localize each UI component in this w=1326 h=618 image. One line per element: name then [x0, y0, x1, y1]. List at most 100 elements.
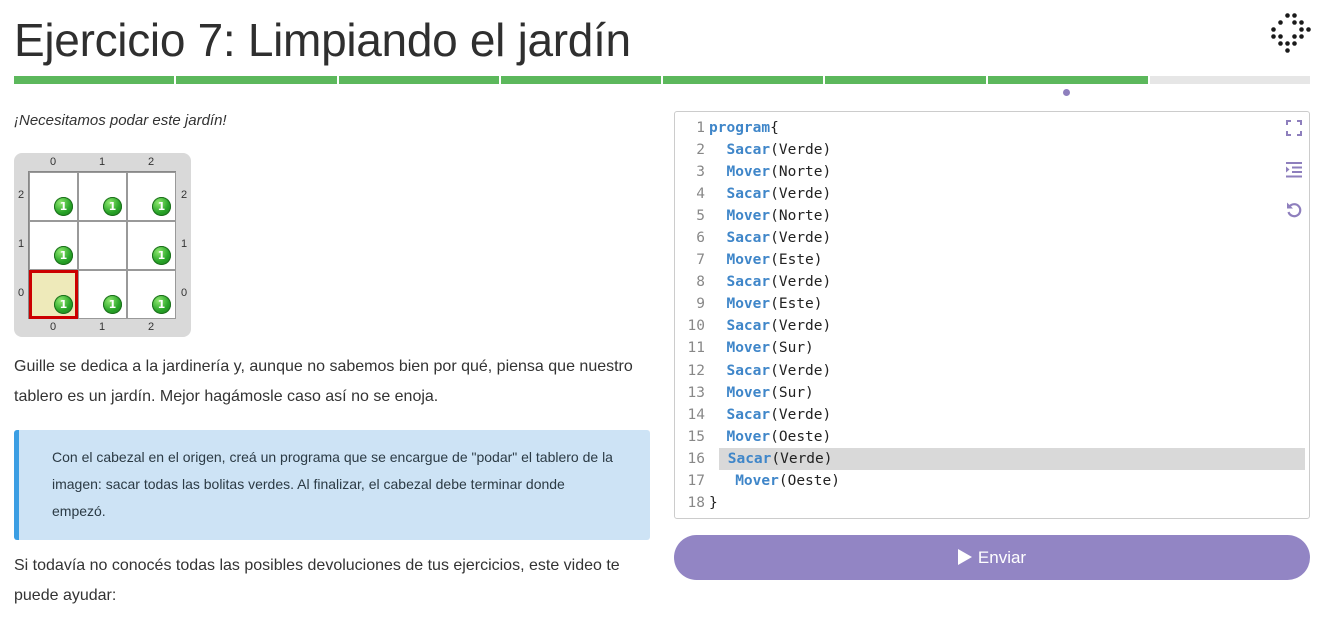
- green-ball: 1: [152, 197, 171, 216]
- line-number: 5: [696, 208, 705, 225]
- board-cell: 1: [29, 221, 78, 270]
- progress-bar: [14, 76, 1310, 84]
- board-coordinate: 2: [147, 321, 155, 333]
- code-line[interactable]: Sacar(Verde): [709, 360, 1309, 382]
- code-editor[interactable]: 1 2 3 4 5 6 7 8 9 10 11 12 13 14 15 16 17 18 program{ Sac…: [674, 111, 1310, 519]
- code-line[interactable]: Mover(Norte): [709, 205, 1309, 227]
- line-number: 10: [687, 318, 705, 335]
- code-keyword: Mover: [726, 384, 771, 401]
- board-coordinate: 0: [180, 287, 188, 299]
- green-ball: 1: [103, 197, 122, 216]
- submit-label: Enviar: [977, 548, 1027, 567]
- code-line[interactable]: Mover(Oeste): [709, 426, 1309, 448]
- code-line[interactable]: Mover(Este): [709, 249, 1309, 271]
- line-number: 1: [696, 120, 705, 136]
- code-line[interactable]: Sacar(Verde): [709, 271, 1309, 293]
- board-coordinate: 1: [98, 156, 106, 168]
- board-cell: 1: [78, 172, 127, 221]
- intro-text: ¡Necesitamos podar este jardín!: [14, 112, 227, 129]
- fullscreen-icon[interactable]: [1284, 119, 1304, 139]
- progress-segment[interactable]: [338, 76, 499, 84]
- board-grid: 1 1 1 1 1 1 1 1: [28, 171, 176, 319]
- code-keyword: Sacar: [726, 274, 771, 291]
- line-number: 12: [687, 362, 705, 379]
- description-paragraph: Guille se dedica a la jardinería y, aunq…: [14, 358, 633, 405]
- video-hint-paragraph: Si todavía no conocés todas las posibles…: [14, 557, 620, 604]
- code-keyword: Mover: [726, 208, 771, 225]
- board-coordinate: 2: [180, 189, 188, 201]
- code-keyword: Sacar: [726, 406, 771, 423]
- submit-button[interactable]: Enviar: [674, 535, 1310, 580]
- code-keyword: Mover: [726, 340, 771, 357]
- code-line[interactable]: Mover(Norte): [709, 161, 1309, 183]
- progress-current-dot[interactable]: [1063, 89, 1070, 96]
- code-keyword: Sacar: [726, 230, 771, 247]
- code-line[interactable]: Sacar(Verde): [709, 227, 1309, 249]
- code-line[interactable]: Sacar(Verde): [719, 447, 1305, 470]
- code-line[interactable]: Mover(Este): [709, 293, 1309, 315]
- code-line[interactable]: Mover(Oeste): [709, 470, 1309, 492]
- board-coordinate: 0: [49, 321, 57, 333]
- code-line[interactable]: program{: [709, 117, 1309, 139]
- progress-segment[interactable]: [825, 76, 986, 84]
- board-cell: 1: [127, 172, 176, 221]
- undo-icon[interactable]: [1284, 201, 1304, 221]
- line-number: 14: [687, 406, 705, 423]
- board-cell: [78, 221, 127, 270]
- board-coordinate: 1: [180, 238, 188, 250]
- progress-segment[interactable]: [500, 76, 661, 84]
- line-numbers: 1 2 3 4 5 6 7 8 9 10 11 12 13 14 15 16 17 18: [675, 117, 705, 514]
- page-title: Ejercicio 7: Limpiando el jardín: [14, 14, 631, 66]
- board-coordinate: 1: [98, 321, 106, 333]
- progress-segment[interactable]: [176, 76, 337, 84]
- code-keyword: Mover: [726, 252, 771, 269]
- green-ball: 1: [152, 295, 171, 314]
- board-coordinate: 0: [17, 287, 25, 299]
- green-ball: 1: [152, 246, 171, 265]
- progress-segment[interactable]: [1149, 76, 1310, 84]
- code-area[interactable]: program{ Sacar(Verde) Mover(Norte) Sacar…: [709, 117, 1309, 514]
- code-line[interactable]: Sacar(Verde): [709, 183, 1309, 205]
- line-number: 17: [687, 472, 705, 489]
- line-number: 2: [696, 142, 705, 159]
- code-line[interactable]: Sacar(Verde): [709, 404, 1309, 426]
- code-keyword: Mover: [726, 296, 771, 313]
- play-icon: [957, 549, 972, 565]
- board-coordinate: 2: [17, 189, 25, 201]
- progress-segment[interactable]: [663, 76, 824, 84]
- line-number: 7: [696, 252, 705, 269]
- code-keyword: Sacar: [726, 142, 771, 159]
- board-coordinate: 2: [147, 156, 155, 168]
- code-line[interactable]: }: [709, 492, 1309, 514]
- board-cell-head: 1: [29, 270, 78, 319]
- progress-segment[interactable]: [14, 76, 175, 84]
- line-number: 3: [696, 164, 705, 181]
- line-number: 16: [687, 450, 705, 467]
- green-ball: 1: [54, 197, 73, 216]
- code-keyword: Mover: [726, 164, 771, 181]
- logo-icon[interactable]: [1268, 10, 1312, 54]
- line-number: 15: [687, 428, 705, 445]
- code-keyword: program: [709, 120, 771, 136]
- instructions-text: Con el cabezal en el origen, creá un pro…: [52, 449, 613, 519]
- green-ball: 1: [103, 295, 122, 314]
- code-keyword: Mover: [735, 472, 779, 489]
- code-line[interactable]: Sacar(Verde): [709, 315, 1309, 337]
- code-keyword: Sacar: [726, 186, 771, 203]
- board-cell: 1: [127, 270, 176, 319]
- board-coordinate: 0: [49, 156, 57, 168]
- line-number: 13: [687, 384, 705, 401]
- code-line[interactable]: Sacar(Verde): [709, 139, 1309, 161]
- exercise-description: ¡Necesitamos podar este jardín! 11111111…: [14, 108, 650, 604]
- progress-segment[interactable]: [987, 76, 1148, 84]
- instructions-note: Con el cabezal en el origen, creá un pro…: [14, 430, 650, 540]
- line-number: 9: [696, 296, 705, 313]
- code-keyword: Sacar: [726, 318, 771, 335]
- line-number: 8: [696, 274, 705, 291]
- code-line[interactable]: Mover(Sur): [709, 337, 1309, 359]
- indent-icon[interactable]: [1284, 161, 1304, 181]
- code-line[interactable]: Mover(Sur): [709, 382, 1309, 404]
- board-coordinate: 1: [17, 238, 25, 250]
- board-cell: 1: [127, 221, 176, 270]
- line-number: 18: [687, 494, 705, 511]
